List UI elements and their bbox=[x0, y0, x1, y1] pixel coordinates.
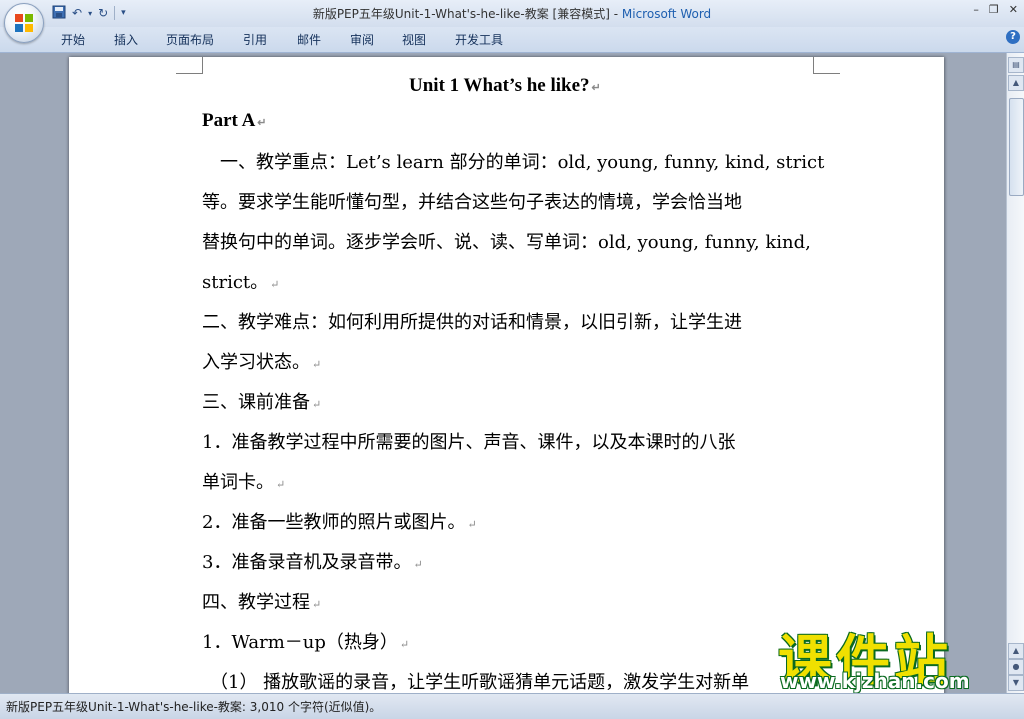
tab-developer[interactable]: 开发工具 bbox=[455, 31, 503, 48]
line-text: 3．准备录音机及录音带。 bbox=[202, 552, 412, 573]
part-heading-text: Part A bbox=[202, 110, 256, 131]
line-text: 入学习状态。 bbox=[202, 352, 310, 373]
title-separator: - bbox=[609, 7, 622, 21]
part-heading: Part A ↵ bbox=[202, 110, 267, 132]
previous-page-button[interactable]: ▲ bbox=[1008, 643, 1024, 659]
paragraph-mark: ↵ bbox=[467, 518, 477, 531]
paragraph-mark: ↵ bbox=[257, 117, 267, 129]
ruler-toggle-icon[interactable]: ▤ bbox=[1008, 57, 1024, 73]
line-text: strict。 bbox=[202, 272, 269, 293]
tab-review[interactable]: 审阅 bbox=[350, 31, 374, 48]
line-text: 2．准备一些教师的照片或图片。 bbox=[202, 512, 466, 533]
document-title: 新版PEP五年级Unit-1-What's-he-like-教案 [兼容模式] bbox=[312, 7, 610, 21]
line-text: 三、课前准备 bbox=[202, 392, 310, 413]
browse-object-button[interactable]: ● bbox=[1008, 659, 1024, 675]
ribbon-tabs: 开始 插入 页面布局 引用 邮件 审阅 视图 开发工具 bbox=[0, 27, 1024, 53]
line-text: 一、教学重点：Let’s learn 部分的单词：old, young, fun… bbox=[202, 152, 825, 173]
paragraph-mark: ↵ bbox=[312, 598, 322, 611]
paragraph-line: strict。 ↵ bbox=[202, 268, 279, 294]
paragraph-line: 入学习状态。 ↵ bbox=[202, 348, 321, 374]
line-text: 替换句中的单词。逐步学会听、说、读、写单词：old, young, funny,… bbox=[202, 232, 811, 253]
office-logo-icon bbox=[15, 14, 33, 32]
help-icon[interactable]: ? bbox=[1006, 30, 1020, 44]
line-text: 单词卡。 bbox=[202, 472, 274, 493]
document-heading: Unit 1 What’s he like? ↵ bbox=[409, 75, 601, 97]
paragraph-line: 3．准备录音机及录音带。 ↵ bbox=[202, 548, 423, 574]
paragraph-mark: ↵ bbox=[312, 398, 322, 411]
tab-page-layout[interactable]: 页面布局 bbox=[166, 31, 214, 48]
line-text: 二、教学难点：如何利用所提供的对话和情景，以旧引新，让学生进 bbox=[202, 312, 742, 333]
close-icon[interactable]: ✕ bbox=[1009, 3, 1018, 16]
line-text: （1） 播放歌谣的录音，让学生听歌谣猜单元话题，激发学生对新单 bbox=[210, 672, 750, 693]
paragraph-line: 三、课前准备 ↵ bbox=[202, 388, 321, 414]
watermark-url: www.kjzhan.com bbox=[780, 669, 970, 693]
paragraph-mark: ↵ bbox=[399, 638, 410, 651]
window-controls: – ❐ ✕ bbox=[973, 3, 1018, 16]
restore-icon[interactable]: ❐ bbox=[989, 3, 999, 16]
status-text: 新版PEP五年级Unit-1-What's-he-like-教案: 3,010 … bbox=[6, 700, 382, 714]
margin-corner-top-right bbox=[813, 57, 840, 74]
next-page-button[interactable]: ▼ bbox=[1008, 675, 1024, 691]
paragraph-mark: ↵ bbox=[591, 82, 601, 94]
paragraph-line: 等。要求学生能听懂句型，并结合这些句子表达的情境，学会恰当地 bbox=[202, 188, 742, 214]
paragraph-mark: ↵ bbox=[312, 358, 322, 371]
paragraph-line: 一、教学重点：Let’s learn 部分的单词：old, young, fun… bbox=[202, 148, 824, 174]
paragraph-line: （1） 播放歌谣的录音，让学生听歌谣猜单元话题，激发学生对新单 bbox=[210, 668, 749, 694]
paragraph-line: 二、教学难点：如何利用所提供的对话和情景，以旧引新，让学生进 bbox=[202, 308, 742, 334]
paragraph-mark: ↵ bbox=[270, 278, 280, 291]
tab-references[interactable]: 引用 bbox=[243, 31, 267, 48]
line-text: 1．准备教学过程中所需要的图片、声音、课件，以及本课时的八张 bbox=[202, 432, 736, 453]
title-bar: ↶ ▾ ↻ ▾ 新版PEP五年级Unit-1-What's-he-like-教案… bbox=[0, 0, 1024, 27]
line-text: 1．Warm－up（热身） bbox=[202, 632, 398, 653]
paragraph-line: 1．Warm－up（热身） ↵ bbox=[202, 628, 409, 654]
paragraph-mark: ↵ bbox=[413, 558, 423, 571]
status-bar: 新版PEP五年级Unit-1-What's-he-like-教案: 3,010 … bbox=[0, 693, 1024, 719]
tab-mailings[interactable]: 邮件 bbox=[297, 31, 321, 48]
line-text: 四、教学过程 bbox=[202, 592, 310, 613]
office-button[interactable] bbox=[4, 3, 44, 43]
paragraph-line: 1．准备教学过程中所需要的图片、声音、课件，以及本课时的八张 bbox=[202, 428, 735, 454]
vertical-scrollbar[interactable]: ▤ ▲ ▲ ● ▼ bbox=[1006, 53, 1024, 693]
application-name: Microsoft Word bbox=[621, 7, 712, 21]
tab-insert[interactable]: 插入 bbox=[114, 31, 138, 48]
tab-home[interactable]: 开始 bbox=[61, 31, 85, 48]
window-title: 新版PEP五年级Unit-1-What's-he-like-教案 [兼容模式] … bbox=[0, 5, 1024, 22]
minimize-icon[interactable]: – bbox=[973, 3, 979, 16]
heading-text: Unit 1 What’s he like? bbox=[409, 75, 590, 96]
paragraph-line: 单词卡。 ↵ bbox=[202, 468, 285, 494]
scroll-thumb[interactable] bbox=[1009, 98, 1024, 196]
paragraph-line: 替换句中的单词。逐步学会听、说、读、写单词：old, young, funny,… bbox=[202, 228, 811, 254]
paragraph-mark: ↵ bbox=[276, 478, 286, 491]
tab-view[interactable]: 视图 bbox=[402, 31, 426, 48]
line-text: 等。要求学生能听懂句型，并结合这些句子表达的情境，学会恰当地 bbox=[202, 192, 742, 213]
scroll-up-button[interactable]: ▲ bbox=[1008, 75, 1024, 91]
margin-corner-top-left bbox=[176, 57, 203, 74]
paragraph-line: 四、教学过程 ↵ bbox=[202, 588, 321, 614]
paragraph-line: 2．准备一些教师的照片或图片。 ↵ bbox=[202, 508, 477, 534]
